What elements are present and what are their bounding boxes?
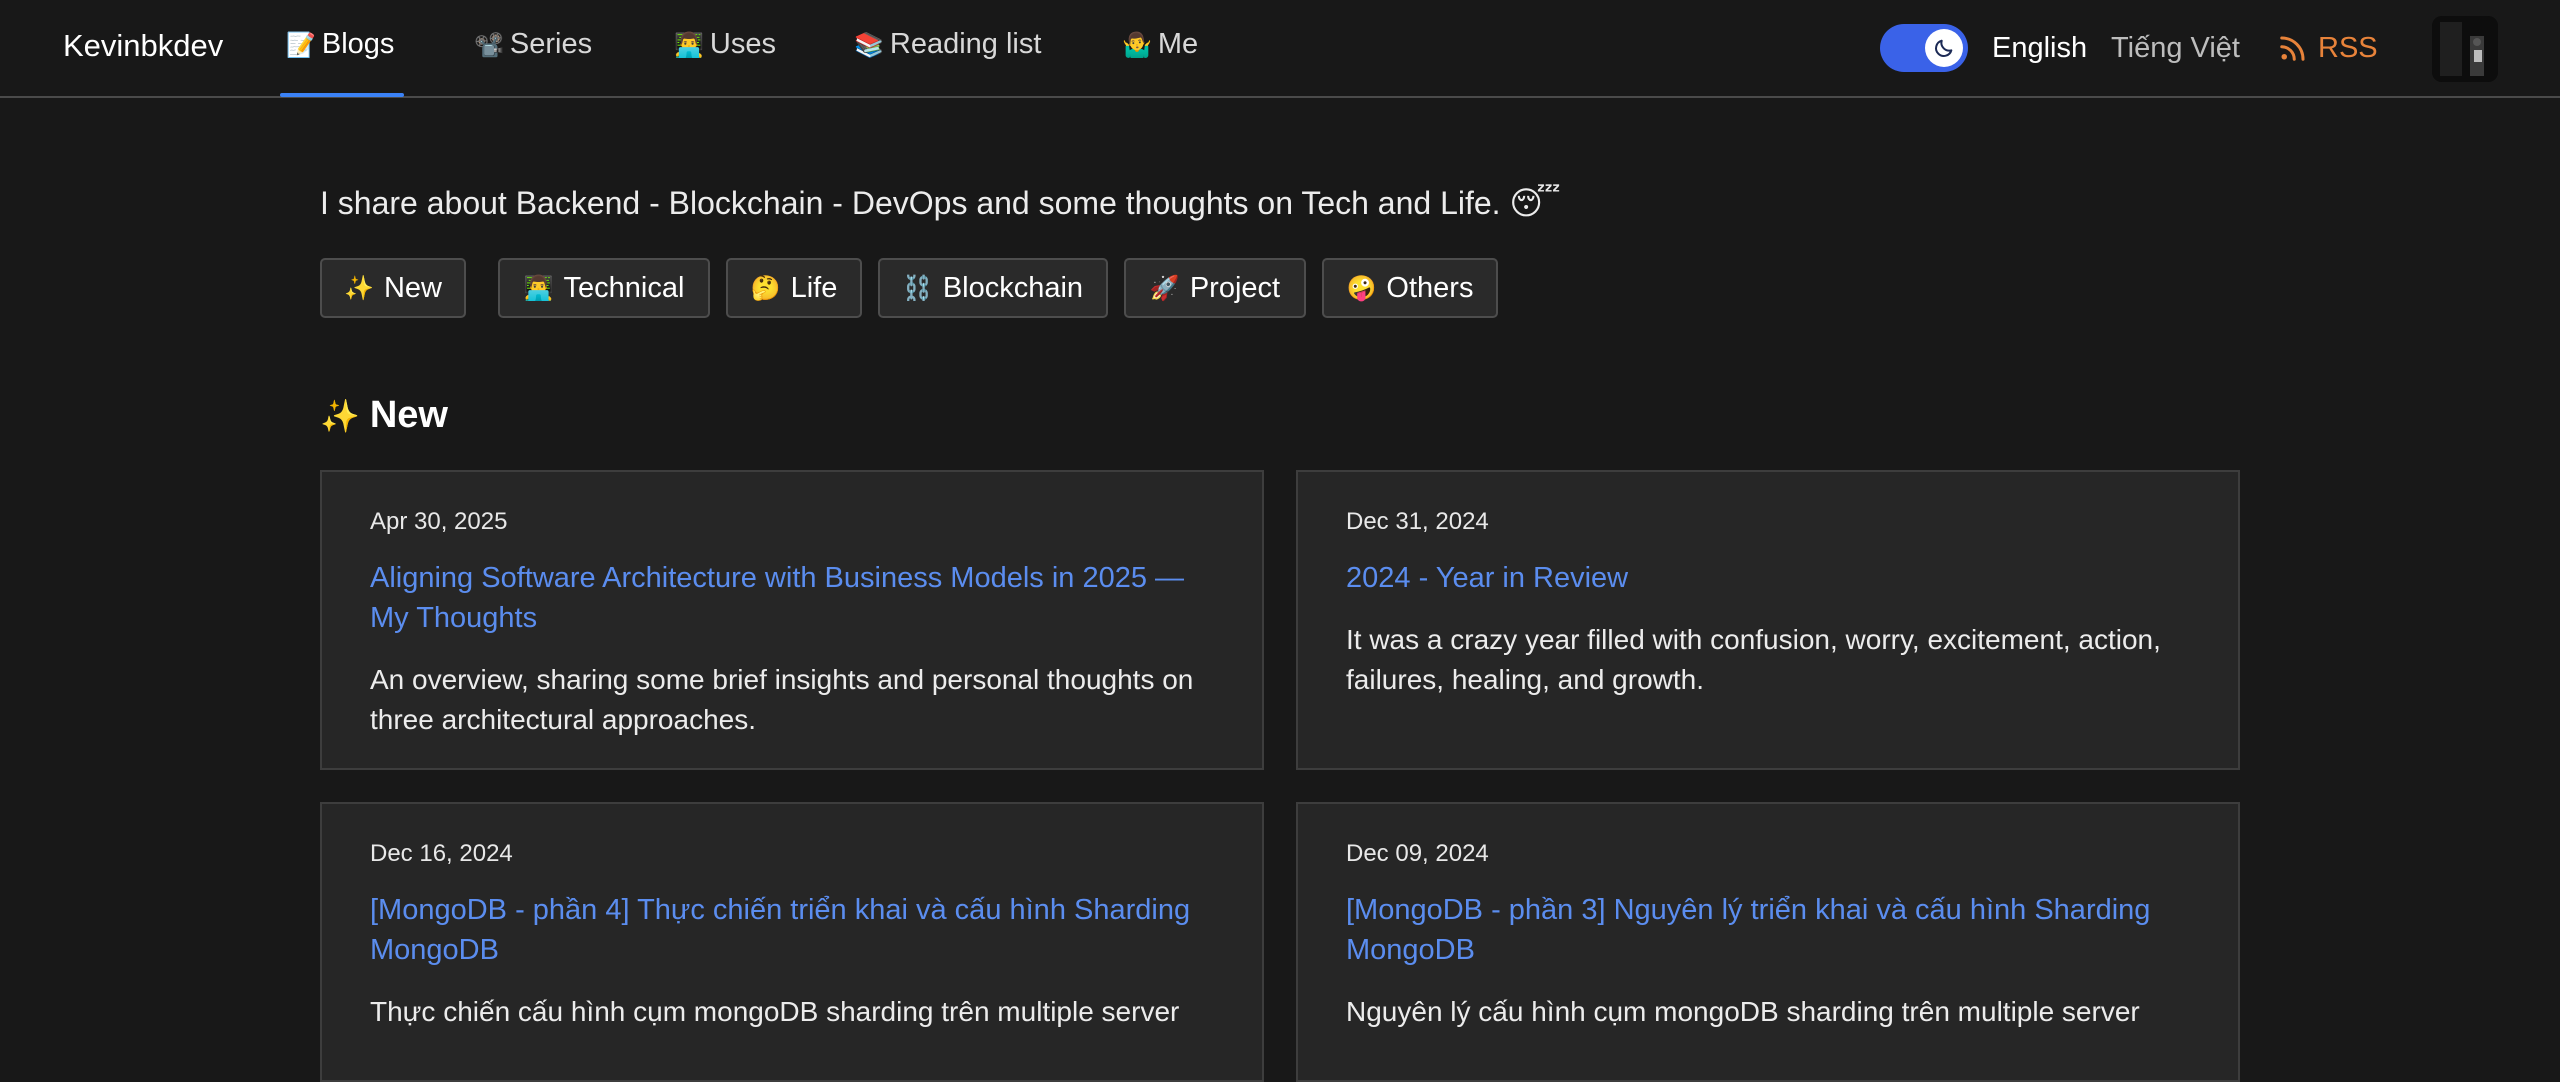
site-tagline: I share about Backend - Blockchain - Dev… (320, 185, 1561, 221)
sparkles-icon: ✨ (320, 396, 360, 435)
category-technical-button[interactable]: 👨‍💻 Technical (498, 258, 710, 318)
category-label: Others (1386, 271, 1474, 304)
nav-series-label: Series (509, 28, 593, 60)
sparkles-icon: ✨ (344, 274, 374, 302)
top-navbar: Kevinbkdev 📝 Blogs 📽️ Series 👨‍💻 Uses 📚 … (0, 0, 2560, 98)
site-logo[interactable]: Kevinbkdev (63, 28, 223, 64)
theme-toggle[interactable] (1880, 24, 1968, 72)
books-icon: 📚 (854, 31, 884, 59)
post-title-link[interactable]: [MongoDB - phần 3] Nguyên lý triển khai … (1346, 890, 2190, 970)
rocket-icon: 🚀 (1149, 274, 1180, 302)
chain-icon: ⛓️ (902, 274, 933, 302)
memo-icon: 📝 (286, 31, 316, 59)
nav-uses[interactable]: 👨‍💻 Uses (674, 28, 776, 98)
post-date: Dec 09, 2024 (1346, 840, 1489, 867)
post-card[interactable]: Dec 09, 2024 [MongoDB - phần 3] Nguyên l… (1296, 802, 2240, 1082)
post-description: Thực chiến cấu hình cụm mongoDB sharding… (370, 996, 1180, 1027)
lang-vietnamese[interactable]: Tiếng Việt (2111, 32, 2240, 65)
technologist-icon: 👨‍💻 (523, 274, 554, 302)
nav-uses-label: Uses (709, 28, 776, 60)
shrug-icon: 🤷‍♂️ (1122, 31, 1152, 59)
nav-me[interactable]: 🤷‍♂️ Me (1122, 28, 1198, 98)
category-others-button[interactable]: 🤪 Others (1322, 258, 1498, 318)
category-project-button[interactable]: 🚀 Project (1124, 258, 1306, 318)
projector-icon: 📽️ (474, 31, 504, 59)
category-new-button[interactable]: ✨ New (320, 258, 466, 318)
post-date: Dec 31, 2024 (1346, 508, 1489, 535)
category-blockchain-button[interactable]: ⛓️ Blockchain (878, 258, 1108, 318)
lang-english[interactable]: English (1992, 32, 2087, 65)
nav-series[interactable]: 📽️ Series (474, 28, 592, 98)
post-card[interactable]: Apr 30, 2025 Aligning Software Architect… (320, 470, 1264, 770)
section-heading: ✨ New (320, 394, 448, 437)
technologist-icon: 👨‍💻 (674, 31, 704, 59)
post-description: An overview, sharing some brief insights… (370, 664, 1194, 735)
avatar-image (2432, 16, 2498, 82)
zany-face-icon: 🤪 (1346, 274, 1377, 302)
post-date: Dec 16, 2024 (370, 840, 513, 867)
post-title-link[interactable]: [MongoDB - phần 4] Thực chiến triển khai… (370, 890, 1214, 970)
nav-reading-list[interactable]: 📚 Reading list (854, 28, 1041, 98)
rss-label: RSS (2318, 31, 2378, 64)
category-label: Life (790, 271, 838, 304)
section-title: New (369, 394, 448, 436)
thinking-face-icon: 🤔 (750, 274, 781, 302)
avatar[interactable] (2432, 16, 2498, 82)
category-label: New (383, 271, 442, 304)
category-label: Blockchain (942, 271, 1084, 304)
nav-reading-list-label: Reading list (889, 28, 1042, 60)
nav-blogs[interactable]: 📝 Blogs (286, 28, 394, 98)
category-label: Technical (563, 271, 685, 304)
post-date: Apr 30, 2025 (370, 508, 508, 535)
post-title-link[interactable]: Aligning Software Architecture with Busi… (370, 558, 1214, 638)
category-life-button[interactable]: 🤔 Life (726, 258, 862, 318)
post-description: It was a crazy year filled with confusio… (1346, 624, 2161, 695)
nav-me-label: Me (1157, 28, 1199, 60)
post-card[interactable]: Dec 16, 2024 [MongoDB - phần 4] Thực chi… (320, 802, 1264, 1082)
active-tab-indicator (280, 93, 404, 97)
nav-blogs-label: Blogs (321, 28, 395, 60)
category-label: Project (1189, 271, 1281, 304)
toggle-knob (1925, 29, 1963, 67)
moon-icon (1935, 39, 1953, 57)
rss-link[interactable]: RSS (2278, 30, 2378, 66)
post-description: Nguyên lý cấu hình cụm mongoDB sharding … (1346, 996, 2140, 1027)
rss-icon (2280, 36, 2305, 61)
post-card[interactable]: Dec 31, 2024 2024 - Year in Review It wa… (1296, 470, 2240, 770)
post-title-link[interactable]: 2024 - Year in Review (1346, 558, 2190, 598)
